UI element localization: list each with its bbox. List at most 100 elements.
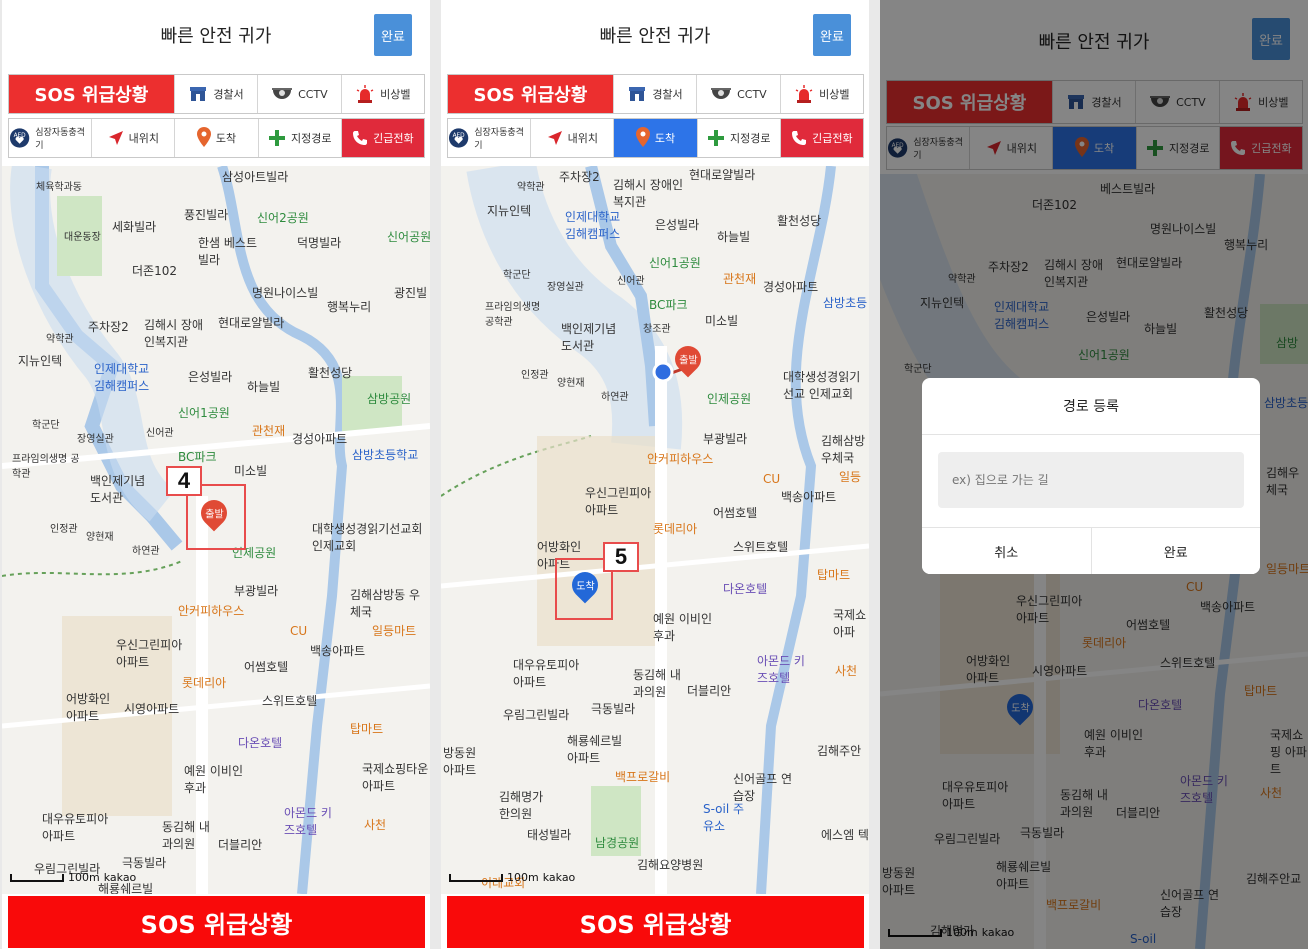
map-label: BC파크: [649, 298, 688, 312]
aed-label: 심장자동충격기: [474, 128, 524, 151]
my-location-button[interactable]: 내위치: [531, 119, 615, 157]
map-label: 시영아파트: [124, 702, 180, 716]
map-label: 어썸호텔: [713, 506, 758, 520]
map-label: 동김해 내과의원: [633, 668, 681, 699]
call-label: 긴급전화: [373, 132, 414, 145]
done-button[interactable]: 완료: [374, 14, 412, 56]
sos-bottom-button[interactable]: SOS 위급상황: [8, 896, 425, 948]
map-label: 은성빌라: [188, 370, 233, 384]
map-label: 에스엠 텍: [821, 828, 869, 842]
map-label: 극동빌라: [122, 856, 167, 870]
map-label: 더블리안: [218, 838, 263, 852]
confirm-button[interactable]: 완료: [1091, 528, 1260, 574]
map-label: 김해시 장애인복지관: [613, 178, 684, 209]
map-label: 안커피하우스: [647, 452, 714, 466]
map-label: 미소빌: [705, 314, 739, 328]
map-label: 롯데리아: [182, 676, 227, 690]
map-label: 프라임의생명 공학관: [485, 302, 541, 328]
map-label: 대우유토피아 아파트: [42, 812, 109, 843]
done-button[interactable]: 완료: [813, 14, 851, 56]
police-label: 경찰서: [652, 88, 683, 101]
map-scale: 100m kakao: [449, 871, 575, 884]
police-icon: [629, 87, 646, 101]
toolbar-row-1: SOS 위급상황 경찰서 CCTV 비상벨: [447, 74, 864, 114]
emergency-call-button[interactable]: 긴급전화: [780, 119, 864, 157]
map-label: 아몬드 키즈호텔: [284, 806, 332, 837]
start-marker-label: 출발: [678, 355, 698, 367]
sos-emergency-button[interactable]: SOS 위급상황: [448, 75, 614, 113]
emergency-call-button[interactable]: 긴급전화: [341, 119, 425, 157]
location-arrow-icon: [108, 131, 123, 145]
map-label: 예원 이비인후과: [184, 764, 244, 795]
arrival-button[interactable]: 도착: [175, 119, 259, 157]
designated-route-button[interactable]: 지정경로: [698, 119, 781, 157]
map-label: 대우유토피아 아파트: [513, 658, 580, 689]
map-label: 장영실관: [547, 282, 584, 293]
designated-route-button[interactable]: 지정경로: [259, 119, 342, 157]
map-label: 장영실관: [77, 434, 114, 445]
app-title: 빠른 안전 귀가: [160, 26, 272, 47]
map-label: 미소빌: [234, 464, 268, 478]
map-view[interactable]: 체육학과동 삼성아트빌라 세화빌라 풍진빌라 신어2공원 대운동장 한샘 베스트…: [2, 166, 430, 894]
map-label: 해룡쉐르빌 아파트: [567, 734, 623, 765]
phone-icon: [792, 131, 807, 145]
aed-button[interactable]: AED 심장자동충격기: [9, 119, 93, 157]
screen-panel-1: 빠른 안전 귀가 완료 SOS 위급상황 경찰서 CCTV 비상벨 AED 심장자…: [2, 0, 430, 949]
map-label: 우림그린빌라: [503, 708, 570, 722]
map-label: 백인제기념 도서관: [561, 322, 617, 353]
map-label: 주차장2: [559, 170, 600, 184]
map-label: 신어관: [146, 428, 174, 439]
cancel-button[interactable]: 취소: [922, 528, 1092, 574]
map-label: 스위트호텔: [733, 540, 789, 554]
police-station-button[interactable]: 경찰서: [614, 75, 698, 113]
map-label: 어방화인 아파트: [66, 692, 111, 723]
map-label: 탑마트: [350, 722, 384, 736]
map-label: 하늘빌: [247, 380, 281, 394]
my-location-label: 내위치: [567, 132, 598, 145]
map-label: 대운동장: [64, 232, 101, 243]
police-label: 경찰서: [213, 88, 244, 101]
map-label: 지뉴인텍: [18, 354, 63, 368]
map-label: 다온호텔: [723, 582, 768, 596]
map-label: 김해시 장애인복지관: [144, 318, 204, 349]
cctv-button[interactable]: CCTV: [697, 75, 781, 113]
cctv-label: CCTV: [298, 87, 328, 101]
my-location-button[interactable]: 내위치: [92, 119, 176, 157]
police-station-button[interactable]: 경찰서: [175, 75, 259, 113]
aed-button[interactable]: AED 심장자동충격기: [448, 119, 532, 157]
emergency-bell-button[interactable]: 비상벨: [781, 75, 863, 113]
map-label: 대학생성경읽기선교회 인제교회: [312, 522, 423, 553]
scale-text: 100m: [507, 871, 539, 884]
scale-text: 100m: [68, 871, 100, 884]
aed-label: 심장자동충격기: [35, 128, 85, 151]
map-label: 양현재: [86, 532, 114, 543]
route-label: 지정경로: [290, 132, 332, 145]
sos-emergency-button[interactable]: SOS 위급상황: [9, 75, 175, 113]
map-label: 태성빌라: [527, 828, 572, 842]
map-label: 활천성당: [308, 366, 353, 380]
map-label: 일등마트: [372, 624, 417, 638]
map-label: 아몬드 키즈호텔: [757, 654, 805, 685]
map-label: 학군단: [503, 270, 531, 281]
emergency-bell-button[interactable]: 비상벨: [342, 75, 424, 113]
map-view[interactable]: 주차장2 현대로얄빌라 약학관 김해시 장애인복지관 지뉴인텍 인제대학교 김해…: [441, 166, 869, 894]
map-label: 인정관: [521, 370, 549, 381]
route-name-input[interactable]: [938, 452, 1244, 508]
map-scale: 100m kakao: [10, 871, 136, 884]
pin-icon: [635, 127, 650, 147]
map-label: 은성빌라: [655, 218, 700, 232]
sos-bottom-button[interactable]: SOS 위급상황: [447, 896, 864, 948]
cctv-button[interactable]: CCTV: [258, 75, 342, 113]
map-label: 우신그린피아 아파트: [585, 486, 652, 517]
map-label: 동김해 내과의원: [162, 820, 210, 851]
siren-icon: [356, 85, 374, 103]
dialog-title: 경로 등록: [922, 378, 1260, 435]
scale-bar: [449, 873, 503, 882]
map-label: 김해삼방 우체국: [821, 434, 866, 465]
arrival-button[interactable]: 도착: [614, 119, 698, 157]
map-label: 명원나이스빌: [252, 286, 319, 300]
step-badge: 5: [603, 542, 639, 572]
aed-icon: AED: [9, 128, 30, 148]
map-label: 인제공원: [707, 392, 752, 406]
map-label: 더존102: [132, 264, 177, 278]
